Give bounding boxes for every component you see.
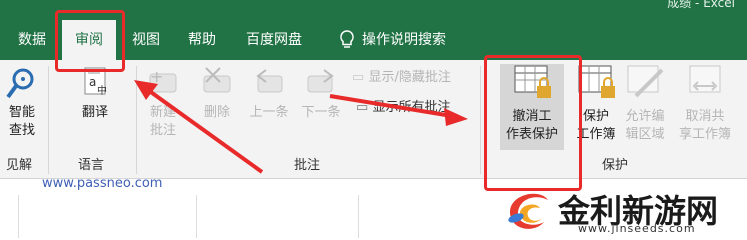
annotation-arrows [134, 80, 468, 174]
